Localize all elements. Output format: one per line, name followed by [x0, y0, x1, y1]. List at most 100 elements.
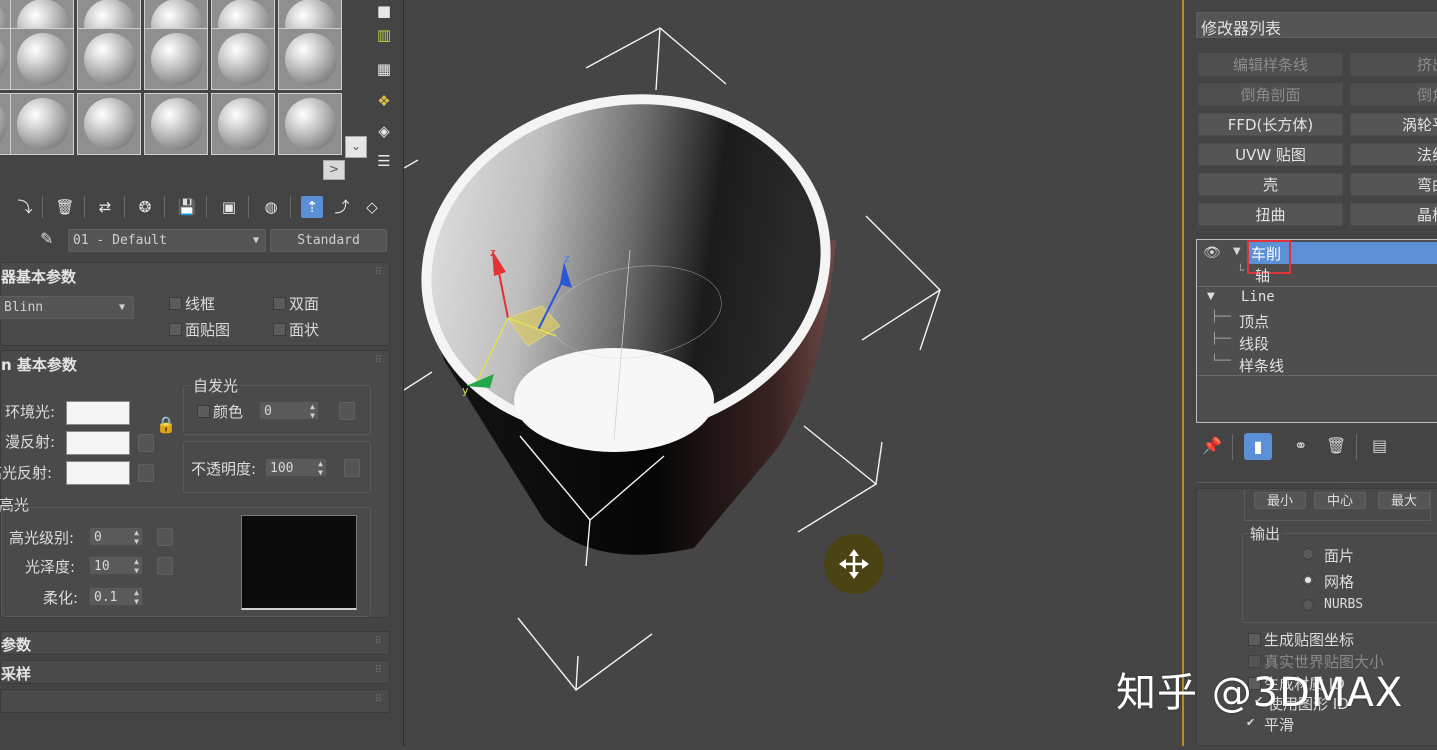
specular-color-swatch[interactable] — [66, 461, 130, 485]
put-to-library-icon[interactable]: ❂ — [134, 196, 156, 218]
diffuse-map-button[interactable] — [138, 434, 154, 452]
align-center-button[interactable]: 中心 — [1314, 492, 1366, 509]
pick-material-icon[interactable]: ◇ — [361, 196, 383, 218]
expand-arrow-icon[interactable]: ▼ — [1207, 291, 1215, 302]
stack-divider — [1197, 286, 1437, 287]
spec-level-map-button[interactable] — [157, 528, 173, 546]
diffuse-color-swatch[interactable] — [66, 431, 130, 455]
modifier-button[interactable]: 编辑样条线 — [1198, 53, 1343, 76]
stack-item-lathe[interactable]: 车削 — [1197, 240, 1437, 274]
spec-level-spinner[interactable]: 0 ▲ ▼ — [89, 527, 143, 546]
supersampling-rollout[interactable]: 采样 ⠿ — [0, 660, 390, 684]
self-illum-map-button[interactable] — [339, 402, 355, 420]
material-sample-slot[interactable] — [10, 93, 74, 155]
go-to-parent-icon[interactable]: ⇡ — [301, 196, 323, 218]
align-min-button[interactable]: 最小 — [1254, 492, 1306, 509]
two-sided-checkbox[interactable] — [273, 297, 286, 310]
eyedropper-icon[interactable]: ✎ — [40, 229, 53, 248]
soften-spinner[interactable]: 0.1 ▲ ▼ — [89, 587, 143, 606]
modifier-button[interactable]: 壳 — [1198, 173, 1343, 196]
material-sample-slot[interactable] — [77, 28, 141, 90]
material-sample-slot[interactable] — [278, 93, 342, 155]
modifier-button[interactable]: 扭曲 — [1198, 203, 1343, 226]
modifier-button[interactable]: 弯曲 — [1350, 173, 1437, 196]
show-end-result-icon[interactable]: ◍ — [260, 196, 282, 218]
spinner-arrows-icon: ▲ ▼ — [318, 459, 323, 477]
ambient-color-swatch[interactable] — [66, 401, 130, 425]
output-patch-radio[interactable] — [1302, 548, 1314, 560]
extended-parameters-rollout[interactable]: 参数 ⠿ — [0, 631, 390, 655]
toolbar-separator — [206, 196, 207, 218]
stack-item-line[interactable]: ▼ Line — [1197, 288, 1437, 308]
self-illum-color-checkbox[interactable] — [197, 405, 210, 418]
make-unique-icon[interactable]: ⚭ — [1294, 436, 1307, 455]
self-illum-spinner[interactable]: 0 ▲ ▼ — [259, 401, 319, 420]
material-sample-slot[interactable] — [144, 28, 208, 90]
output-mesh-radio[interactable] — [1302, 574, 1314, 586]
sample-sphere — [218, 33, 270, 85]
rollout-title[interactable]: 器基本参数 — [1, 266, 76, 287]
modifier-button[interactable]: UVW 贴图 — [1198, 143, 1343, 166]
modifier-button[interactable]: FFD(长方体) — [1198, 113, 1343, 136]
backlight-icon[interactable]: ▥ — [372, 24, 396, 46]
remove-modifier-icon[interactable]: 🗑 — [1326, 436, 1346, 455]
face-map-checkbox[interactable] — [169, 323, 182, 336]
material-sample-slot[interactable] — [77, 93, 141, 155]
material-sample-slot[interactable] — [211, 28, 275, 90]
assign-material-icon[interactable]: ⤵ — [14, 196, 36, 218]
align-max-button[interactable]: 最大 — [1378, 492, 1430, 509]
blinn-basic-parameters-rollout: n 基本参数 ⠿ 环境光: 漫反射: 高光反射: 🔒 自发光 颜色 0 ▲▼ 不… — [0, 350, 390, 618]
sample-uv-tiling-icon[interactable]: ❖ — [372, 90, 396, 112]
delete-material-icon[interactable]: 🗑 — [54, 196, 76, 218]
stack-item-segment[interactable]: ├── 线段 — [1197, 332, 1437, 353]
lock-icon[interactable]: 🔒 — [156, 415, 176, 434]
slots-scroll-down-button[interactable]: ⌄ — [345, 136, 367, 158]
opacity-map-button[interactable] — [344, 459, 360, 477]
go-forward-sibling-icon[interactable]: ⤴ — [331, 196, 353, 218]
rollout-title[interactable]: 采样 — [1, 663, 31, 684]
configure-modifier-sets-icon[interactable]: ▤ — [1372, 436, 1387, 455]
video-color-check-icon[interactable]: ◈ — [372, 120, 396, 142]
show-map-in-viewport-icon[interactable]: ▣ — [218, 196, 240, 218]
stack-item-vertex[interactable]: ├── 顶点 — [1197, 310, 1437, 331]
material-sample-slot[interactable] — [211, 93, 275, 155]
glossiness-spinner[interactable]: 10 ▲ ▼ — [89, 556, 143, 575]
rollout-title[interactable]: n 基本参数 — [1, 354, 77, 375]
sample-type-icon[interactable]: ■ — [372, 0, 396, 22]
gen-map-coords-checkbox[interactable] — [1248, 633, 1261, 646]
material-effects-channel-icon[interactable]: 💾 — [176, 196, 198, 218]
material-name-field[interactable]: 01 - Default ▼ — [68, 229, 266, 252]
material-sample-slot[interactable] — [278, 28, 342, 90]
maps-rollout[interactable]: ⠿ — [0, 689, 390, 713]
modifier-button[interactable]: 法线 — [1350, 143, 1437, 166]
material-sample-slot[interactable] — [10, 28, 74, 90]
stack-item-spline[interactable]: └── 样条线 — [1197, 354, 1437, 375]
material-type-button[interactable]: Standard — [270, 229, 387, 252]
pin-stack-icon[interactable]: 📌 — [1202, 436, 1222, 455]
make-unique-icon[interactable]: ⇄ — [94, 196, 116, 218]
faceted-checkbox[interactable] — [273, 323, 286, 336]
material-sample-slot[interactable] — [144, 93, 208, 155]
opacity-spinner[interactable]: 100 ▲ ▼ — [265, 458, 327, 477]
options-icon[interactable]: ☰ — [372, 150, 396, 172]
drag-grip: ⋯⋯ — [1342, 478, 1358, 487]
wire-checkbox[interactable] — [169, 297, 182, 310]
rollout-title[interactable]: 参数 — [1, 634, 31, 655]
output-nurbs-radio[interactable] — [1302, 599, 1314, 611]
show-end-result-icon[interactable]: ▮ — [1244, 433, 1272, 460]
modifier-button[interactable]: 涡轮平 — [1350, 113, 1437, 136]
rollout-grip: ⠿ — [374, 267, 382, 278]
glossiness-map-button[interactable] — [157, 557, 173, 575]
modifier-list-dropdown[interactable]: 修改器列表 — [1196, 12, 1437, 38]
specular-map-button[interactable] — [138, 464, 154, 482]
modifier-button[interactable]: 倒角剖面 — [1198, 83, 1343, 106]
background-icon[interactable]: ▦ — [372, 58, 396, 80]
modifier-button[interactable]: 挤出 — [1350, 53, 1437, 76]
modifier-button[interactable]: 晶格 — [1350, 203, 1437, 226]
slots-next-button[interactable]: > — [323, 160, 345, 180]
shader-dropdown[interactable]: Blinn ▼ — [0, 296, 134, 319]
cup-model[interactable] — [404, 57, 863, 555]
modifier-button[interactable]: 倒角 — [1350, 83, 1437, 106]
perspective-viewport[interactable]: z z y — [403, 0, 1180, 746]
stack-item-axis[interactable]: └ 轴 — [1197, 264, 1437, 285]
